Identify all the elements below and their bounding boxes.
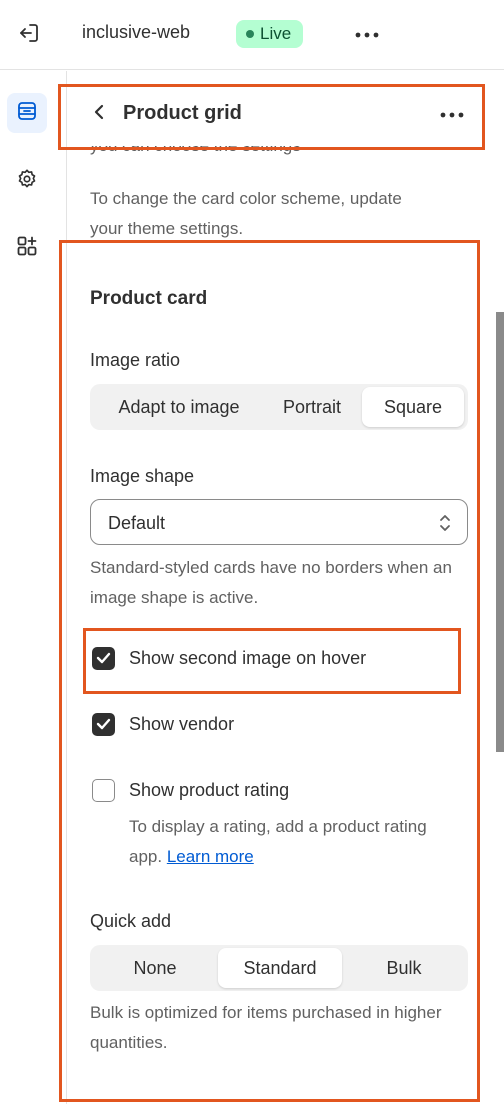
panel-more-button[interactable] bbox=[437, 102, 467, 126]
status-badge-label: Live bbox=[260, 24, 292, 43]
vendor-label: Show vendor bbox=[129, 713, 235, 734]
vendor-checkbox[interactable] bbox=[92, 712, 115, 736]
image-ratio-segmented-control: Adapt to image Portrait Square bbox=[90, 384, 468, 430]
image-ratio-option-portrait[interactable]: Portrait bbox=[264, 387, 360, 427]
sections-icon bbox=[16, 100, 38, 127]
vendor-checkbox-row[interactable]: Show vendor bbox=[92, 711, 234, 737]
rail-sections-button[interactable] bbox=[7, 93, 47, 133]
gear-icon bbox=[16, 168, 38, 195]
panel-header: Product grid bbox=[67, 82, 477, 146]
quick-add-option-none[interactable]: None bbox=[94, 948, 216, 988]
image-shape-help: Standard-styled cards have no borders wh… bbox=[90, 558, 452, 607]
image-ratio-option-square[interactable]: Square bbox=[362, 387, 464, 427]
back-button[interactable] bbox=[87, 100, 111, 128]
learn-more-link[interactable]: Learn more bbox=[167, 847, 254, 866]
second-image-checkbox-row[interactable]: Show second image on hover bbox=[92, 645, 366, 671]
live-dot-icon bbox=[246, 30, 254, 38]
store-name[interactable]: inclusive-web bbox=[82, 22, 190, 43]
chevron-left-icon bbox=[93, 103, 105, 126]
second-image-label: Show second image on hover bbox=[129, 647, 367, 668]
rating-checkbox[interactable] bbox=[92, 778, 115, 802]
quick-add-option-standard[interactable]: Standard bbox=[218, 948, 342, 988]
checkmark-icon bbox=[96, 652, 111, 664]
left-rail bbox=[0, 71, 54, 1104]
image-ratio-label: Image ratio bbox=[90, 350, 181, 370]
quick-add-option-bulk[interactable]: Bulk bbox=[344, 948, 464, 988]
page-title: Product grid bbox=[123, 102, 242, 124]
exit-button[interactable] bbox=[14, 20, 44, 50]
more-horizontal-icon bbox=[355, 25, 379, 43]
rail-settings-button[interactable] bbox=[7, 161, 47, 201]
top-bar: inclusive-web Live bbox=[0, 0, 504, 70]
exit-icon bbox=[17, 21, 41, 50]
quick-add-label: Quick add bbox=[90, 911, 172, 931]
section-title: Product card bbox=[90, 288, 208, 309]
store-more-button[interactable] bbox=[352, 22, 382, 46]
image-ratio-option-adapt[interactable]: Adapt to image bbox=[94, 387, 264, 427]
checkmark-icon bbox=[96, 718, 111, 730]
rating-help: To display a rating, add a product ratin… bbox=[129, 812, 459, 872]
more-horizontal-icon bbox=[440, 105, 464, 123]
quick-add-segmented-control: None Standard Bulk bbox=[90, 945, 468, 991]
image-shape-select[interactable]: Default bbox=[90, 499, 468, 545]
apps-icon bbox=[16, 235, 38, 262]
quick-add-help: Bulk is optimized for items purchased in… bbox=[90, 1003, 442, 1052]
image-shape-label: Image shape bbox=[90, 466, 195, 486]
rail-apps-button[interactable] bbox=[7, 228, 47, 268]
rating-label: Show product rating bbox=[129, 779, 290, 800]
rating-checkbox-row[interactable]: Show product rating bbox=[92, 777, 289, 803]
color-scheme-help: To change the card color scheme, update … bbox=[90, 189, 402, 238]
image-shape-value: Default bbox=[108, 513, 166, 533]
scrollbar[interactable] bbox=[496, 312, 504, 752]
rail-divider bbox=[66, 71, 67, 1104]
chevron-up-down-icon bbox=[437, 512, 453, 534]
status-badge: Live bbox=[236, 20, 304, 48]
second-image-checkbox[interactable] bbox=[92, 646, 115, 670]
